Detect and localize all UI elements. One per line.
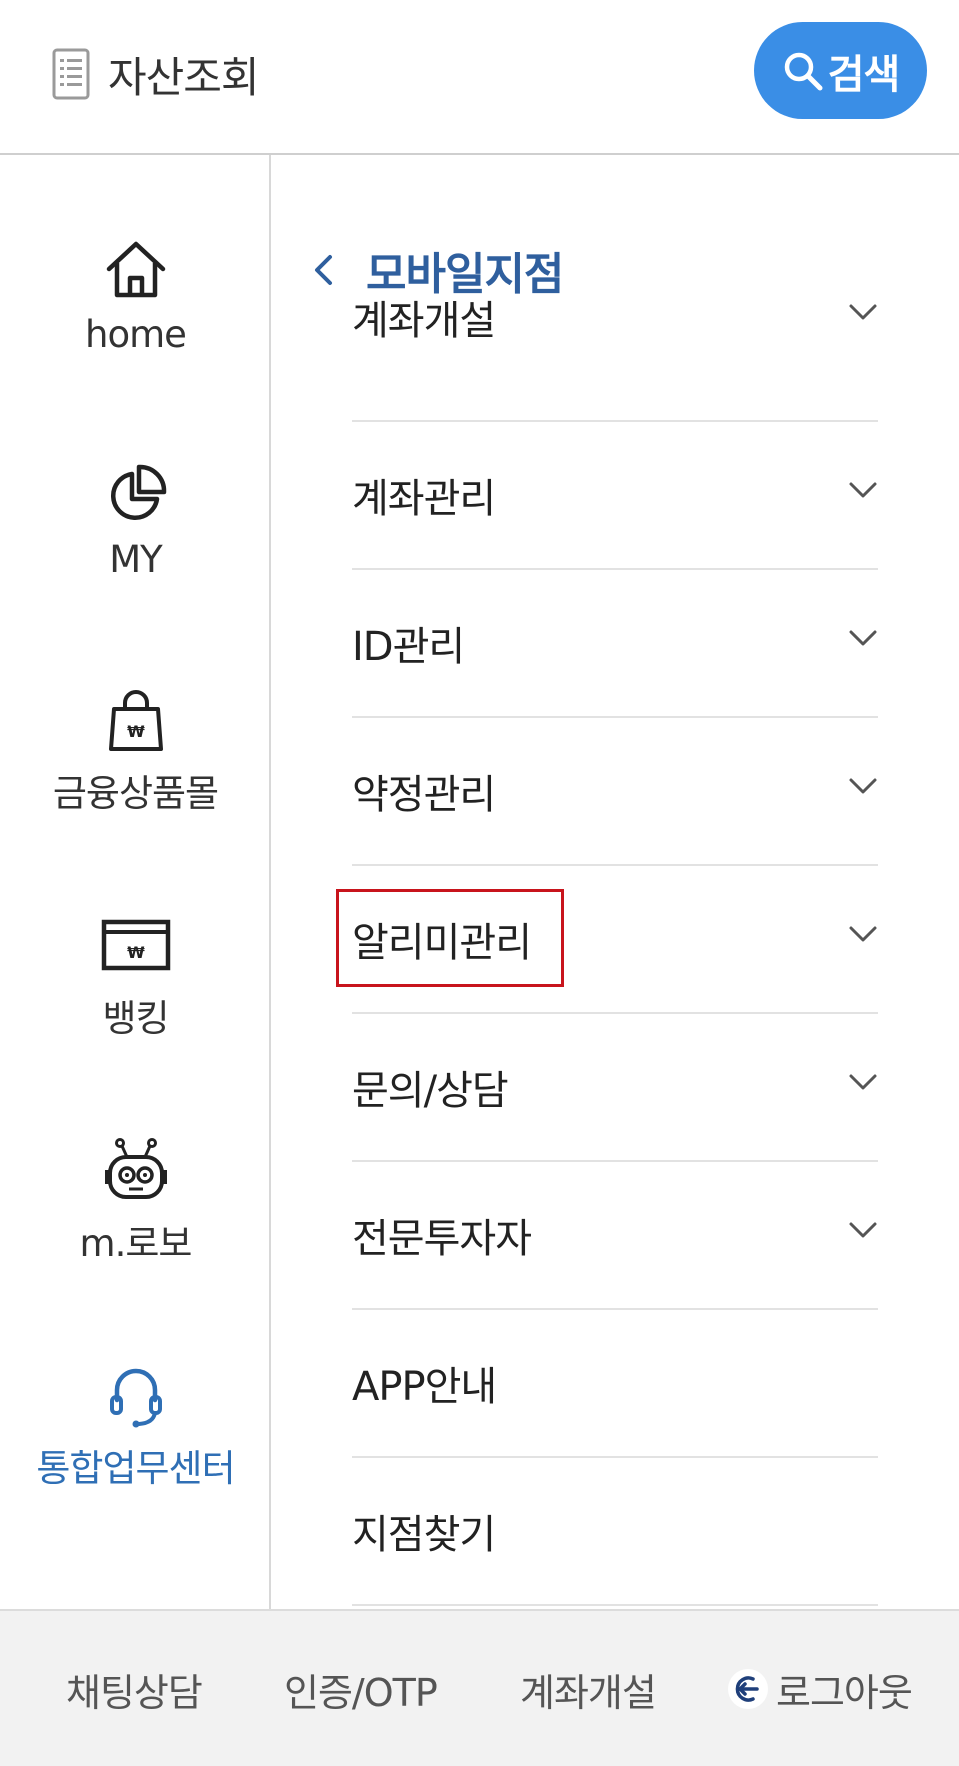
search-icon [784, 52, 823, 90]
chevron-down-icon [849, 926, 877, 942]
nav-item-financial-mall[interactable]: ₩ 금융상품몰 [0, 685, 271, 885]
chevron-down-icon [849, 630, 877, 646]
search-button-label: 검색 [827, 51, 901, 98]
menu-item-agreement-management[interactable]: 약정관리 [352, 718, 878, 866]
nav-item-integrated-center[interactable]: 통합업무센터 [0, 1360, 271, 1560]
chevron-down-icon [849, 304, 877, 320]
pie-chart-icon [110, 464, 166, 521]
left-nav: home MY ₩ 금융상품몰 ₩ 뱅킹 m.로보 통합업무센터 [0, 155, 271, 1609]
menu-item-app-guide[interactable]: APP안내 [352, 1310, 878, 1458]
nav-label-banking: 뱅킹 [102, 997, 169, 1040]
banking-icon: ₩ [101, 919, 170, 971]
main-menu-panel: 모바일지점 계좌개설 계좌관리 ID관리 약정관리 알리미관리 문의/상담 전문… [272, 155, 959, 1609]
asset-inquiry-label: 자산조회 [108, 52, 260, 102]
menu-item-label: 약정관리 [352, 772, 496, 818]
robot-icon [104, 1138, 167, 1199]
nav-item-robo[interactable]: m.로보 [0, 1135, 271, 1335]
nav-label-robo: m.로보 [79, 1222, 193, 1265]
chevron-left-icon [315, 255, 332, 285]
menu-item-label: 계좌개설 [352, 298, 496, 344]
nav-item-home[interactable]: home [0, 235, 271, 435]
menu-item-label: APP안내 [352, 1364, 497, 1410]
menu-item-label: 계좌관리 [352, 476, 496, 522]
menu-item-notification-management[interactable]: 알리미관리 [352, 866, 878, 1014]
footer-logout[interactable]: 로그아웃 [726, 1659, 913, 1719]
svg-text:₩: ₩ [127, 722, 145, 741]
menu-item-label: 전문투자자 [352, 1216, 532, 1262]
chevron-down-icon [849, 778, 877, 794]
asset-inquiry-link[interactable]: 자산조회 [52, 44, 260, 104]
nav-label-my: MY [109, 538, 163, 581]
chevron-down-icon [849, 1074, 877, 1090]
headset-icon [109, 1368, 162, 1428]
nav-item-my[interactable]: MY [0, 460, 271, 660]
footer-chat-consult[interactable]: 채팅상담 [66, 1659, 203, 1719]
nav-item-banking[interactable]: ₩ 뱅킹 [0, 910, 271, 1110]
bottom-bar: 채팅상담 인증/OTP 계좌개설 로그아웃 [0, 1609, 959, 1766]
shopping-bag-icon: ₩ [108, 690, 163, 751]
menu-item-id-management[interactable]: ID관리 [352, 570, 878, 718]
menu-item-find-branch[interactable]: 지점찾기 [352, 1458, 878, 1606]
menu-item-professional-investor[interactable]: 전문투자자 [352, 1162, 878, 1310]
home-icon [106, 241, 165, 298]
logout-icon [728, 1669, 768, 1709]
menu-item-account-management[interactable]: 계좌관리 [352, 422, 878, 570]
nav-label-home: home [85, 313, 187, 356]
nav-label-financial-mall: 금융상품몰 [52, 772, 219, 815]
search-button[interactable]: 검색 [754, 22, 927, 119]
footer-cert-otp[interactable]: 인증/OTP [284, 1659, 438, 1719]
top-header: 자산조회 검색 [0, 0, 959, 155]
chevron-down-icon [849, 482, 877, 498]
document-icon [52, 48, 90, 100]
menu-item-label: 문의/상담 [352, 1068, 509, 1114]
nav-label-integrated-center: 통합업무센터 [36, 1447, 235, 1490]
menu-item-inquiry-consultation[interactable]: 문의/상담 [352, 1014, 878, 1162]
svg-text:₩: ₩ [127, 943, 145, 962]
chevron-down-icon [849, 1222, 877, 1238]
footer-logout-label: 로그아웃 [776, 1670, 913, 1715]
menu-item-label: ID관리 [352, 624, 465, 670]
menu-item-label: 알리미관리 [352, 920, 532, 966]
menu-item-account-opening[interactable]: 계좌개설 [352, 274, 878, 422]
menu-item-label: 지점찾기 [352, 1512, 496, 1558]
footer-account-opening[interactable]: 계좌개설 [520, 1659, 657, 1719]
